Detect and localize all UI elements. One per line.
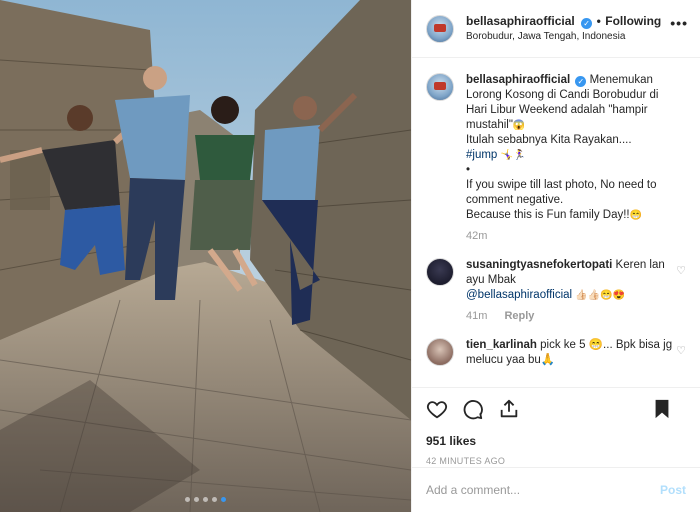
caption-line4: Because this is Fun family Day!! <box>466 209 630 221</box>
comment-time[interactable]: 41m <box>466 310 487 322</box>
author-username[interactable]: bellasaphiraofficial <box>466 14 575 28</box>
caption-username[interactable]: bellasaphiraofficial <box>466 74 570 86</box>
comment-like-heart-icon[interactable]: ♡ <box>676 264 686 277</box>
carousel-dot <box>185 497 190 502</box>
likes-count[interactable]: 951 likes <box>426 434 686 448</box>
caption-line3: If you swipe till last photo, No need to… <box>466 179 657 206</box>
comment-meta: 41m Reply <box>466 309 676 324</box>
author-avatar[interactable] <box>426 14 454 43</box>
ellipsis-icon[interactable]: ••• <box>670 15 688 31</box>
add-comment-bar: Post <box>412 467 700 512</box>
caption-text: bellasaphiraofficial ✓ Menemukan Lorong … <box>466 73 676 258</box>
comment-item: tien_karlinah pick ke 5 😁... Bpk bisa jg… <box>426 338 686 368</box>
caption-author-avatar[interactable] <box>426 73 454 101</box>
caption-emoji: 🤸‍♀️🏃‍♀️ <box>500 150 526 161</box>
reply-button[interactable]: Reply <box>504 310 534 322</box>
caption-bullet: • <box>466 164 471 176</box>
instagram-post: bellasaphiraofficial ✓ • Following Borob… <box>0 0 700 512</box>
heart-icon[interactable] <box>426 398 448 420</box>
carousel-indicator <box>0 497 411 502</box>
caption-line2: Itulah sebabnya Kita Rayakan.... <box>466 134 632 146</box>
verified-badge-icon: ✓ <box>581 18 593 29</box>
commenter-avatar[interactable] <box>426 338 454 366</box>
share-icon[interactable] <box>498 398 520 420</box>
carousel-dot <box>212 497 217 502</box>
post-location[interactable]: Borobudur, Jawa Tengah, Indonesia <box>466 29 661 44</box>
caption-time[interactable]: 42m <box>466 230 487 242</box>
caption-emoji: 😱 <box>512 120 526 131</box>
mention-link[interactable]: @bellasaphiraofficial <box>466 289 572 301</box>
comment-like-heart-icon[interactable]: ♡ <box>676 344 686 357</box>
author-info: bellasaphiraofficial ✓ • Following Borob… <box>466 13 661 44</box>
posted-time[interactable]: 42 MINUTES AGO <box>426 456 686 466</box>
commenter-username[interactable]: tien_karlinah <box>466 339 537 351</box>
post-photo[interactable] <box>0 0 411 512</box>
post-actions: 951 likes 42 MINUTES AGO <box>412 387 700 467</box>
commenter-username[interactable]: susaningtyasnefokertopati <box>466 259 612 271</box>
comment-item: susaningtyasnefokertopati Keren lan ayu … <box>426 258 686 338</box>
comments-section[interactable]: bellasaphiraofficial ✓ Menemukan Lorong … <box>412 59 700 387</box>
add-comment-input[interactable] <box>426 483 660 497</box>
comment-icon[interactable] <box>462 398 484 420</box>
post-comment-button[interactable]: Post <box>660 483 686 497</box>
caption-meta: 42m <box>466 229 676 244</box>
caption-emoji: 😁 <box>629 210 643 221</box>
post-side-panel: bellasaphiraofficial ✓ • Following Borob… <box>411 0 700 512</box>
carousel-dot <box>203 497 208 502</box>
comment-text: tien_karlinah pick ke 5 😁... Bpk bisa jg… <box>466 338 676 368</box>
commenter-avatar[interactable] <box>426 258 454 286</box>
comment-text: susaningtyasnefokertopati Keren lan ayu … <box>466 258 676 338</box>
hashtag-link[interactable]: #jump <box>466 149 497 161</box>
bookmark-icon[interactable] <box>652 398 672 420</box>
verified-badge-icon: ✓ <box>575 76 587 87</box>
comment-emoji: 👍🏻👍🏻😁😍 <box>575 290 626 301</box>
action-icons <box>426 396 686 422</box>
following-button[interactable]: Following <box>605 14 661 28</box>
follow-separator: • <box>596 14 601 28</box>
post-header: bellasaphiraofficial ✓ • Following Borob… <box>412 0 700 58</box>
caption: bellasaphiraofficial ✓ Menemukan Lorong … <box>426 73 686 258</box>
carousel-dot <box>194 497 199 502</box>
borobudur-family-jump-photo <box>0 0 411 512</box>
carousel-dot-active <box>221 497 226 502</box>
